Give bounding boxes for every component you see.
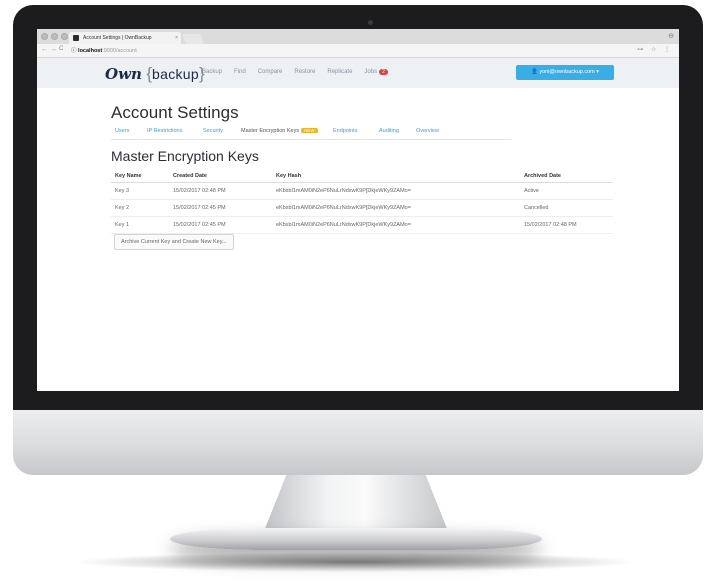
- column-header: Key Name: [111, 169, 169, 183]
- column-header: Archived Date: [520, 169, 613, 183]
- jobs-count-badge: 2: [379, 69, 388, 75]
- nav-jobs[interactable]: Jobs 2: [364, 69, 388, 75]
- new-tab-button[interactable]: [182, 34, 204, 44]
- key-name: Key 1: [111, 216, 169, 234]
- logo-backup: backup: [152, 66, 199, 82]
- user-menu-button[interactable]: 👤 yoni@ownbackup.com ▾: [516, 65, 614, 80]
- app-header: Own {backup} Backup Find Compare Restore…: [37, 58, 679, 88]
- settings-tabs: Users IP Restrictions Security Master En…: [111, 125, 511, 140]
- archived-date: 15/02/2017 02:48 PM: [520, 216, 613, 234]
- nav-find[interactable]: Find: [234, 69, 246, 75]
- tab-auditing[interactable]: Auditing: [379, 128, 399, 134]
- table-header-row: Key Name Created Date Key Hash Archived …: [111, 169, 613, 183]
- tab-security[interactable]: Security: [203, 128, 223, 134]
- encryption-keys-table: Key Name Created Date Key Hash Archived …: [111, 169, 613, 234]
- url-path: :9000/account: [102, 48, 137, 54]
- key-hash: eKbsbl1mAM0iN2eP6NuLrNdxwK9P[DkjeWKy9ZAM…: [272, 182, 520, 200]
- stand-shadow: [70, 552, 640, 572]
- minimize-window-icon[interactable]: [51, 33, 58, 40]
- column-header: Key Hash: [272, 169, 520, 183]
- monitor-stand-base: [170, 528, 542, 550]
- logo-own: Own: [105, 65, 142, 83]
- reload-icon[interactable]: C: [59, 46, 63, 52]
- key-hash: eKbsbl1mAM0iN2eP6NuLrNdxwK9P[DkjeWKy9ZAM…: [272, 216, 520, 234]
- nav-backup[interactable]: Backup: [202, 69, 222, 75]
- monitor-chin: [13, 405, 703, 475]
- key-name: Key 3: [111, 182, 169, 200]
- page-title: Account Settings: [111, 103, 239, 122]
- window-controls: [41, 33, 68, 40]
- main-nav: Backup Find Compare Restore Replicate Jo…: [202, 69, 388, 75]
- created-date: 15/02/2017 02:48 PM: [169, 182, 272, 200]
- new-badge: NEW: [301, 128, 318, 133]
- close-window-icon[interactable]: [41, 33, 48, 40]
- monitor-stand: [262, 470, 450, 536]
- profile-icon[interactable]: ⊖: [668, 32, 674, 40]
- archived-date: Active: [520, 182, 613, 200]
- close-tab-icon[interactable]: ×: [175, 32, 178, 44]
- nav-restore[interactable]: Restore: [294, 69, 315, 75]
- browser-addressbar: ← → C ⓘ localhost:9000/account ⊶ ☆ ⋮: [37, 44, 679, 58]
- camera-icon: [368, 20, 373, 25]
- monitor-screen: Account Settings | OwnBackup × ⊖ ← → C ⓘ…: [37, 29, 679, 391]
- created-date: 15/02/2017 02:45 PM: [169, 199, 272, 217]
- browser-tabbar: Account Settings | OwnBackup × ⊖: [37, 29, 679, 44]
- tab-master-encryption-keys[interactable]: Master Encryption Keys NEW: [241, 128, 318, 134]
- table-row: Key 2 15/02/2017 02:45 PM eKbsbl1mAM0iN2…: [111, 199, 613, 217]
- section-title: Master Encryption Keys: [111, 148, 259, 164]
- browser-tab-title: Account Settings | OwnBackup: [83, 35, 152, 41]
- nav-replicate[interactable]: Replicate: [327, 69, 352, 75]
- key-name: Key 2: [111, 199, 169, 217]
- table-row: Key 3 15/02/2017 02:48 PM eKbsbl1mAM0iN2…: [111, 182, 613, 200]
- tab-master-encryption-keys-label: Master Encryption Keys: [241, 128, 300, 134]
- info-icon: ⓘ: [71, 48, 77, 54]
- url-host: localhost: [78, 48, 103, 54]
- maximize-window-icon[interactable]: [61, 33, 68, 40]
- nav-jobs-label: Jobs: [364, 69, 378, 75]
- favicon-icon: [73, 35, 79, 41]
- created-date: 15/02/2017 02:45 PM: [169, 216, 272, 234]
- forward-icon[interactable]: →: [50, 46, 57, 53]
- archive-key-button[interactable]: Archive Current Key and Create New Key..…: [114, 234, 234, 250]
- tab-ip-restrictions[interactable]: IP Restrictions: [147, 128, 182, 134]
- tab-users[interactable]: Users: [115, 128, 129, 134]
- nav-compare[interactable]: Compare: [258, 69, 283, 75]
- table-row: Key 1 15/02/2017 02:45 PM eKbsbl1mAM0iN2…: [111, 216, 613, 234]
- tab-overview[interactable]: Overview: [416, 128, 439, 134]
- url-field[interactable]: ⓘ localhost:9000/account: [71, 46, 137, 54]
- column-header: Created Date: [169, 169, 272, 183]
- ownbackup-logo[interactable]: Own {backup}: [105, 64, 205, 84]
- key-hash: eKbsbl1mAM0iN2eP6NuLrNdxwK9P[DkjeWKy9ZAM…: [272, 199, 520, 217]
- browser-tab[interactable]: Account Settings | OwnBackup ×: [69, 32, 181, 44]
- browser-action-icons[interactable]: ⊶ ☆ ⋮: [637, 46, 673, 53]
- back-icon[interactable]: ←: [41, 46, 48, 53]
- tab-endpoints[interactable]: Endpoints: [333, 128, 357, 134]
- archived-date: Cancelled: [520, 199, 613, 217]
